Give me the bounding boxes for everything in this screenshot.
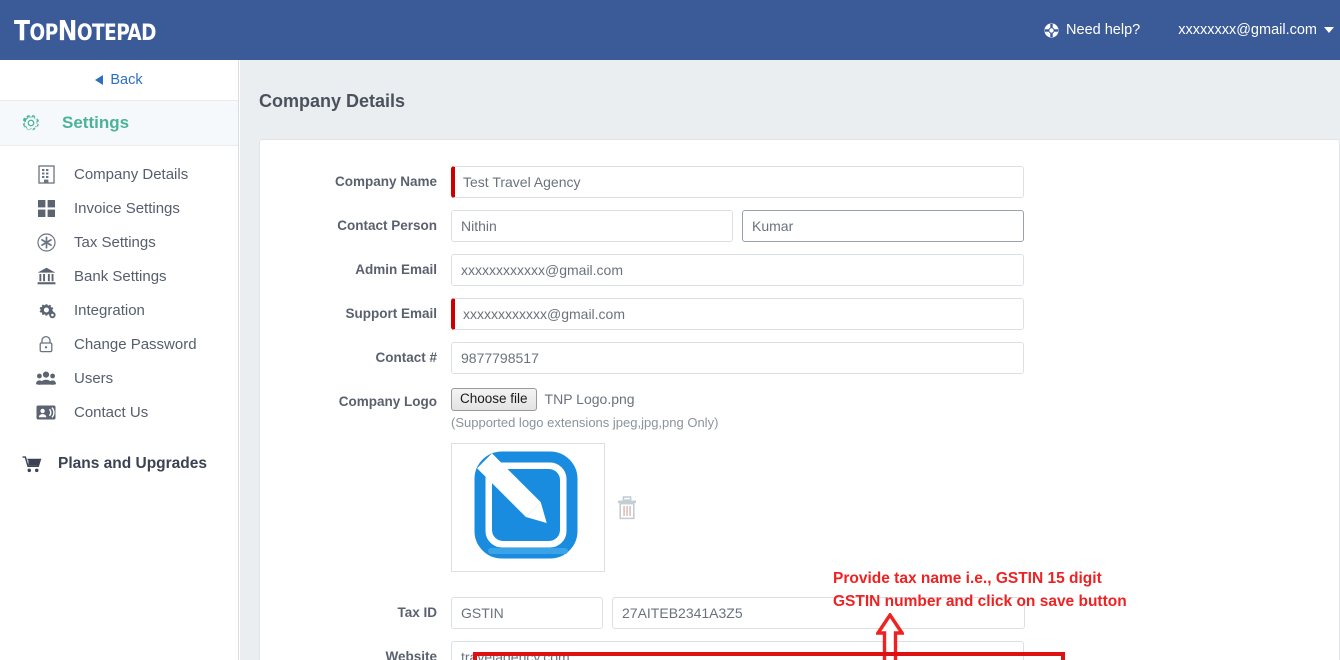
building-icon: [36, 164, 56, 184]
form-row-website: Website travelagency.com: [260, 641, 1339, 660]
tax-id-label: Tax ID: [397, 605, 437, 620]
app-logo[interactable]: TOPNOTEPAD: [14, 14, 156, 47]
app-header: TOPNOTEPAD Need help? xxxxxxxx@gmail.com: [0, 0, 1340, 60]
website-label: Website: [385, 649, 437, 660]
form-row-company-logo: Company Logo Choose file TNP Logo.png (S…: [260, 386, 1339, 572]
choose-file-button[interactable]: Choose file: [451, 387, 537, 411]
annotation-line-2: GSTIN number and click on save button: [833, 593, 1127, 610]
sidebar-item-integration[interactable]: Integration: [0, 293, 238, 327]
cart-icon: [22, 454, 42, 474]
account-menu[interactable]: xxxxxxxx@gmail.com: [1178, 22, 1334, 38]
sidebar-item-label: Change Password: [74, 335, 197, 353]
tax-id-name-input[interactable]: GSTIN: [451, 597, 603, 629]
sidebar-item-label: Plans and Upgrades: [58, 455, 208, 472]
contact-number-label: Contact #: [375, 350, 437, 365]
gears-icon: [36, 300, 56, 320]
contact-person-last-name-input[interactable]: Kumar: [742, 210, 1024, 242]
sidebar-item-label: Contact Us: [74, 403, 149, 421]
sidebar-item-users[interactable]: Users: [0, 361, 238, 395]
bank-icon: [36, 266, 56, 286]
sidebar-item-label: Invoice Settings: [74, 199, 180, 217]
form-row-company-name: Company Name Test Travel Agency: [260, 166, 1339, 198]
back-row: Back: [0, 60, 238, 101]
sidebar-item-label: Integration: [74, 301, 145, 319]
contact-person-first-name-input[interactable]: Nithin: [451, 210, 733, 242]
gear-icon: [22, 114, 39, 131]
annotation-line-1: Provide tax name i.e., GSTIN 15 digit: [833, 570, 1102, 587]
company-details-form: Company Name Test Travel Agency Contact …: [260, 140, 1339, 660]
company-logo-preview: [451, 443, 605, 572]
sidebar-item-change-password[interactable]: Change Password: [0, 327, 238, 361]
sidebar-item-label: Bank Settings: [74, 267, 167, 285]
annotation-text: Provide tax name i.e., GSTIN 15 digit GS…: [833, 567, 1127, 613]
form-row-admin-email: Admin Email xxxxxxxxxxxx@gmail.com: [260, 254, 1339, 286]
admin-email-input[interactable]: xxxxxxxxxxxx@gmail.com: [451, 254, 1024, 286]
caret-down-icon: [1324, 27, 1334, 33]
asterisk-circle-icon: [36, 232, 56, 252]
sidebar-item-label: Company Details: [74, 165, 189, 183]
sidebar-section-label: Settings: [62, 113, 130, 132]
sidebar-item-bank-settings[interactable]: Bank Settings: [0, 259, 238, 293]
sidebar-item-tax-settings[interactable]: Tax Settings: [0, 225, 238, 259]
users-icon: [36, 368, 56, 388]
page-title: Company Details: [259, 91, 406, 111]
company-name-label: Company Name: [334, 174, 437, 189]
contact-number-input[interactable]: 9877798517: [451, 342, 1024, 374]
sidebar-item-invoice-settings[interactable]: Invoice Settings: [0, 191, 238, 225]
admin-email-label: Admin Email: [355, 262, 437, 277]
lifebuoy-icon: [1044, 22, 1059, 38]
support-email-input[interactable]: xxxxxxxxxxxx@gmail.com: [451, 298, 1024, 330]
sidebar-item-company-details[interactable]: Company Details: [0, 157, 238, 191]
arrow-left-icon: [95, 75, 104, 85]
sidebar-item-label: Users: [74, 369, 114, 387]
need-help-link[interactable]: Need help?: [1043, 22, 1140, 39]
company-logo-label: Company Logo: [338, 394, 437, 409]
form-row-contact-person: Contact Person Nithin Kumar: [260, 210, 1339, 242]
company-details-card: Company Name Test Travel Agency Contact …: [259, 139, 1340, 660]
trash-icon[interactable]: [617, 495, 637, 520]
website-input[interactable]: travelagency.com: [451, 641, 1024, 660]
contact-person-label: Contact Person: [337, 218, 437, 233]
support-email-label: Support Email: [345, 306, 437, 321]
header-right-actions: Need help? xxxxxxxx@gmail.com: [1043, 22, 1340, 39]
form-row-support-email: Support Email xxxxxxxxxxxx@gmail.com: [260, 298, 1339, 330]
sidebar-item-plans-and-upgrades[interactable]: Plans and Upgrades: [0, 447, 238, 481]
contact-card-icon: [36, 402, 56, 422]
sidebar-nav: Company Details Invoice Settings Tax Set…: [0, 146, 238, 481]
main-content: Company Details Company Name Test Travel…: [240, 60, 1340, 660]
sidebar-item-contact-us[interactable]: Contact Us: [0, 395, 238, 429]
back-button[interactable]: Back: [95, 72, 143, 88]
edit-note-logo-icon: [474, 451, 578, 558]
sidebar-item-label: Tax Settings: [74, 233, 156, 251]
need-help-label: Need help?: [1066, 22, 1141, 38]
up-arrow-annotation-icon: [876, 613, 904, 660]
form-row-contact-number: Contact # 9877798517: [260, 342, 1339, 374]
grid-icon: [36, 198, 56, 218]
company-name-input[interactable]: Test Travel Agency: [451, 166, 1024, 198]
back-label: Back: [110, 72, 143, 88]
company-logo-hint: (Supported logo extensions jpeg,jpg,png …: [451, 415, 719, 430]
sidebar-section-settings[interactable]: Settings: [0, 101, 238, 146]
sidebar: Back Settings Company Details Invoice Se…: [0, 60, 239, 660]
account-email: xxxxxxxx@gmail.com: [1178, 22, 1317, 38]
lock-icon: [36, 334, 56, 354]
chosen-file-name: TNP Logo.png: [544, 391, 635, 407]
form-row-tax-id: Tax ID GSTIN 27AITEB2341A3Z5: [260, 597, 1339, 629]
